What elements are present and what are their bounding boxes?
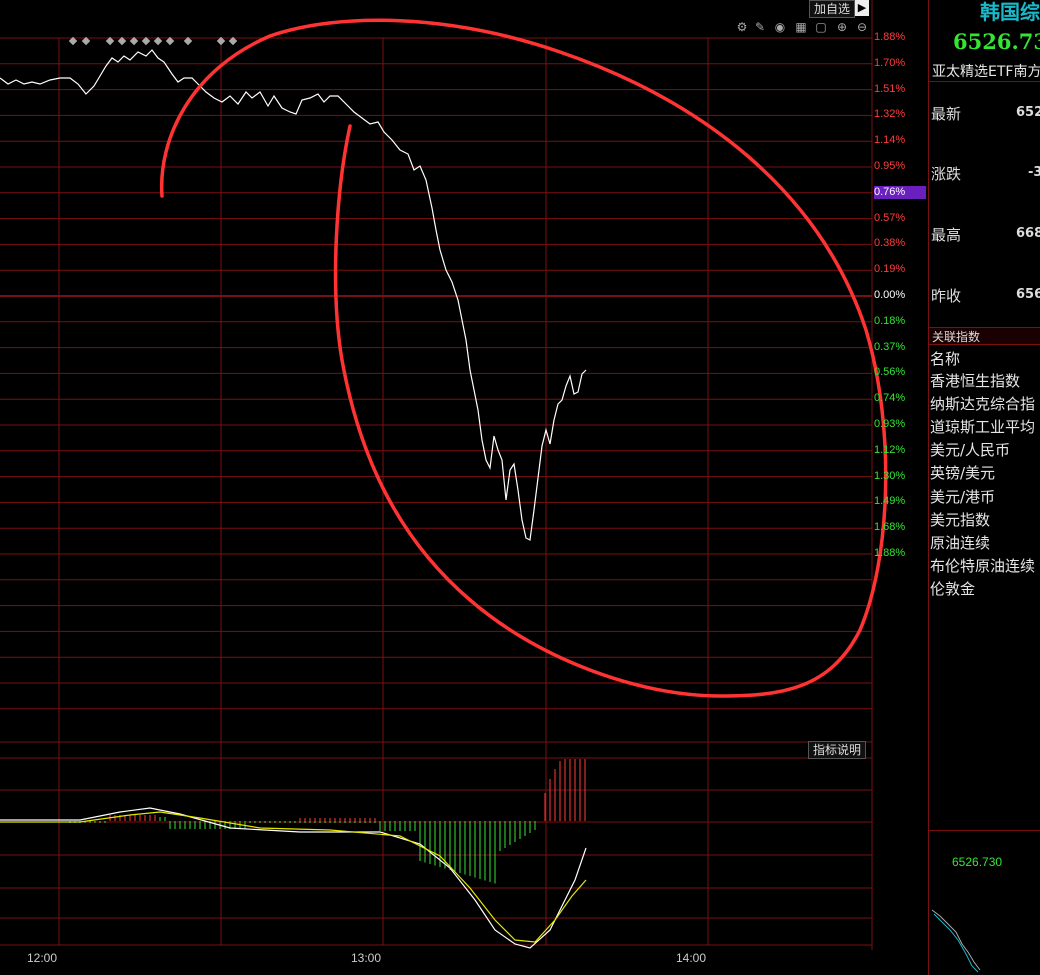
related-item[interactable]: 美元/人民币 [930, 439, 1010, 460]
row-value-prevclose: 656 [1016, 287, 1040, 302]
lock-icon[interactable]: ▢ [814, 20, 828, 34]
y-axis-label: 0.56% [874, 366, 906, 379]
related-item[interactable]: 布伦特原油连续 [930, 555, 1035, 576]
x-tick-1400: 14:00 [676, 951, 707, 965]
y-axis-label: 0.74% [874, 392, 906, 405]
mini-price: 6526.730 [952, 855, 1003, 869]
y-axis-label: 1.30% [874, 469, 906, 482]
related-item[interactable]: 纳斯达克综合指 [930, 393, 1035, 414]
y-axis-label: 1.14% [874, 134, 906, 147]
sidebar-subtitle: 亚太精选ETF南方 [932, 64, 1040, 80]
y-axis-label: 0.76% [874, 185, 926, 199]
row-label-prevclose: 昨收 [931, 287, 962, 305]
y-axis-label: 0.95% [874, 160, 906, 172]
y-axis-label: 1.32% [874, 108, 906, 121]
y-axis-label: 1.51% [874, 82, 906, 95]
trash-icon[interactable]: ▦ [794, 20, 808, 34]
related-item[interactable]: 英镑/美元 [930, 462, 995, 483]
mini-chart [931, 909, 981, 973]
settings-icon[interactable]: ⚙ [735, 20, 749, 34]
related-item[interactable]: 道琼斯工业平均 [930, 416, 1035, 437]
y-axis-label: 1.49% [874, 495, 906, 508]
y-axis-label: 0.57% [874, 211, 906, 224]
annotation-circle [159, 18, 888, 698]
y-axis-label: 0.18% [874, 314, 906, 327]
chart-window: 加自选 ▶ ⚙ ✎ ◉ ▦ ▢ ⊕ ⊖ 指标说明 1.88% 1.70% 1.51%… [0, 0, 1040, 975]
related-item[interactable]: 美元/港币 [930, 486, 995, 507]
y-axis-label: 1.68% [874, 521, 906, 534]
zoom-in-icon[interactable]: ⊕ [835, 20, 849, 34]
row-value-high: 668 [1016, 226, 1040, 241]
y-axis-label: 1.12% [874, 443, 906, 456]
sidebar-title: 韩国综 [980, 0, 1040, 24]
related-item[interactable]: 香港恒生指数 [930, 370, 1020, 391]
zoom-out-icon[interactable]: ⊖ [855, 20, 869, 34]
related-item[interactable]: 美元指数 [930, 509, 990, 530]
sidebar-divider-1 [928, 81, 1040, 82]
y-axis-label: 1.88% [874, 31, 906, 43]
y-axis-label: 0.38% [874, 237, 906, 250]
add-watch-button[interactable]: 加自选 [809, 0, 856, 18]
x-tick-1200: 12:00 [27, 951, 58, 965]
y-axis-label: 0.37% [874, 340, 906, 353]
indicator-explain-button[interactable]: 指标说明 [808, 741, 867, 759]
x-tick-1300: 13:00 [351, 951, 382, 965]
eye-icon[interactable]: ◉ [773, 20, 787, 34]
price-line [0, 49, 587, 541]
sidebar-price: 6526.73 [953, 29, 1040, 54]
related-header: 关联指数 [929, 327, 1040, 345]
related-col-name: 名称 [930, 350, 961, 368]
expand-icon[interactable]: ▶ [855, 0, 869, 16]
y-axis-label: 0.19% [874, 263, 906, 276]
row-value-latest: 652 [1016, 105, 1040, 120]
related-item[interactable]: 伦敦金 [930, 578, 975, 599]
y-axis-label: 0.00% [874, 289, 906, 301]
row-value-change: -3 [1028, 165, 1040, 180]
pen-icon[interactable]: ✎ [753, 20, 767, 34]
row-label-latest: 最新 [931, 105, 962, 123]
sidebar-divider-2 [928, 830, 1040, 831]
row-label-change: 涨跌 [931, 165, 962, 183]
related-item[interactable]: 原油连续 [930, 532, 990, 553]
y-axis-label: 1.70% [874, 56, 906, 69]
row-label-high: 最高 [931, 226, 962, 244]
y-axis-label: 1.88% [874, 547, 906, 559]
y-axis-label: 0.93% [874, 418, 906, 430]
